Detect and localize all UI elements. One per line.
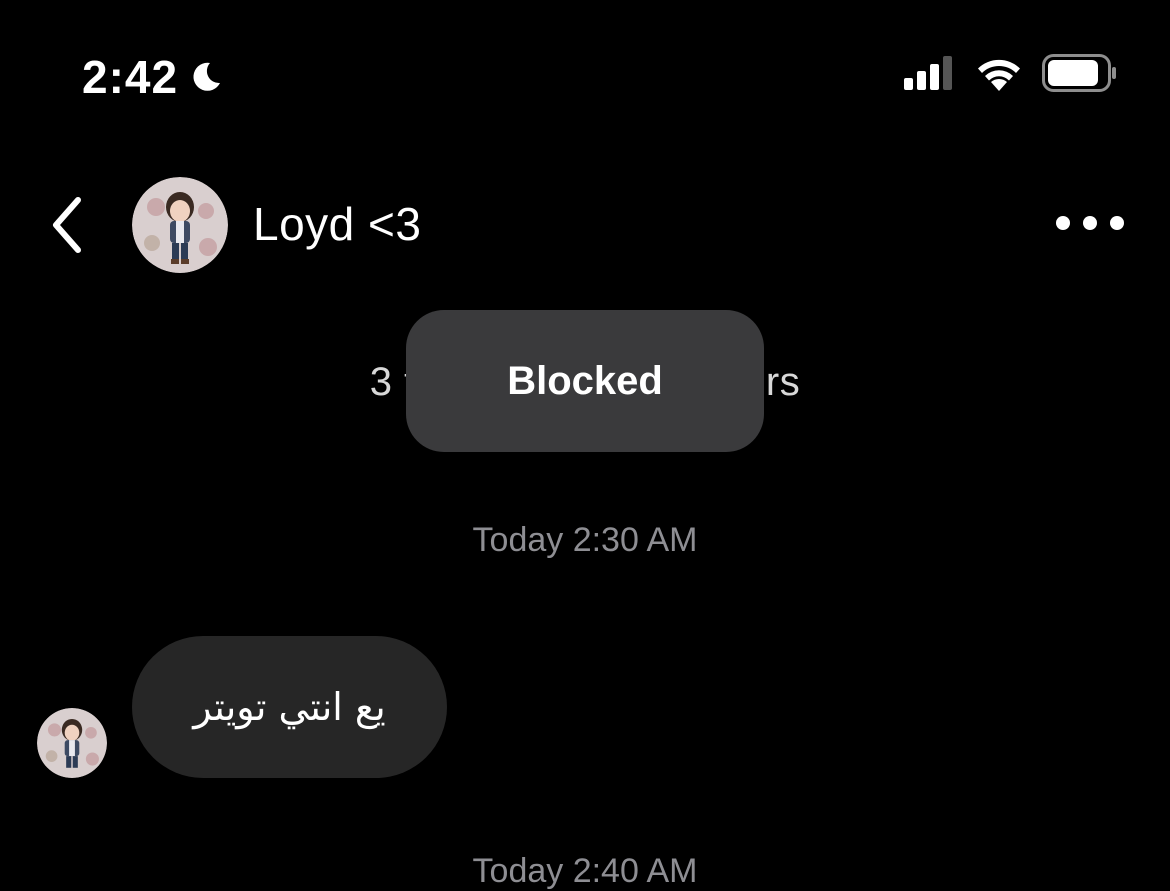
battery-icon: [1042, 54, 1116, 92]
wifi-icon: [978, 59, 1020, 91]
status-time: 2:42: [82, 50, 224, 104]
contact-name[interactable]: Loyd <3: [253, 197, 421, 251]
cellular-signal-icon: [904, 56, 952, 90]
sender-avatar[interactable]: [37, 708, 107, 778]
avatar-image: [132, 177, 228, 273]
status-indicators: [904, 54, 1118, 92]
avatar-image: [37, 708, 107, 778]
status-time-text: 2:42: [82, 51, 179, 103]
blocked-toast: Blocked: [406, 310, 764, 452]
chevron-left-icon[interactable]: [46, 194, 90, 256]
message-text: يع انتي تويتر: [193, 685, 386, 729]
message-timestamp: Today 2:30 AM: [472, 521, 698, 559]
contact-avatar[interactable]: [132, 177, 228, 273]
toast-label: Blocked: [507, 358, 663, 403]
more-horizontal-icon[interactable]: [1056, 216, 1124, 230]
more-dot: [1083, 216, 1097, 230]
more-dot: [1110, 216, 1124, 230]
message-timestamp: Today 2:40 AM: [472, 852, 698, 890]
more-dot: [1056, 216, 1070, 230]
message-bubble[interactable]: يع انتي تويتر: [132, 636, 447, 778]
moon-icon: [193, 62, 221, 91]
